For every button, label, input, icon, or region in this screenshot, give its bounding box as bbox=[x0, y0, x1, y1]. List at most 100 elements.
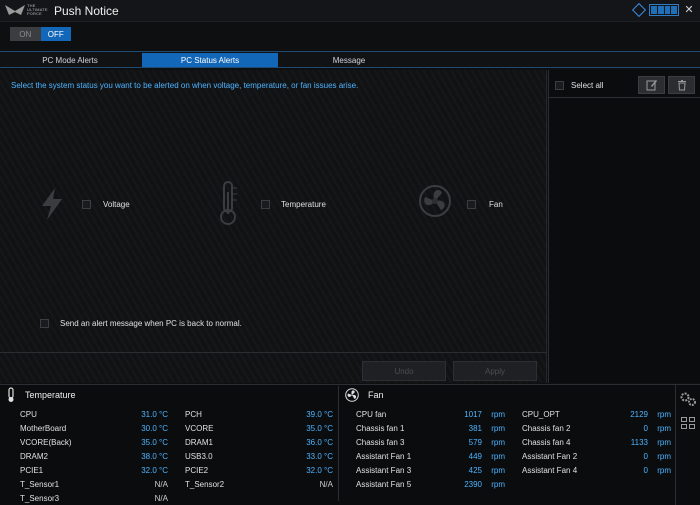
fan-speed-unit: rpm bbox=[491, 480, 505, 489]
home-icon[interactable] bbox=[631, 2, 647, 18]
fan-header: Fan bbox=[339, 385, 384, 405]
voltage-checkbox[interactable] bbox=[82, 200, 91, 209]
fan-speed-value: 1017 bbox=[464, 410, 482, 419]
temperature-label: Temperature bbox=[281, 200, 326, 209]
fan-speed-unit: rpm bbox=[491, 452, 505, 461]
fan-row: Chassis fan 1 381 rpm bbox=[356, 422, 505, 435]
fan-monitor: Fan CPU fan 1017 rpm Chassis fan 1 381 rpm Cha… bbox=[339, 385, 675, 505]
title-bar: THE ULTIMATE FORCE Push Notice ✕ bbox=[0, 0, 700, 22]
edit-icon bbox=[646, 80, 657, 91]
fan-option[interactable]: Fan bbox=[467, 200, 503, 209]
status-alerts-panel: Select the system status you want to be … bbox=[0, 70, 547, 383]
sensor-value: 35.0 °C bbox=[141, 438, 168, 447]
alert-list-header: Select all bbox=[549, 70, 700, 98]
sensor-name: PCH bbox=[185, 410, 202, 419]
temperature-title: Temperature bbox=[25, 390, 76, 400]
tab-pc-status-alerts[interactable]: PC Status Alerts bbox=[142, 53, 278, 67]
fan-speed-value: 0 bbox=[643, 424, 648, 433]
sensor-value: N/A bbox=[319, 480, 333, 489]
fan-speed-unit: rpm bbox=[491, 410, 505, 419]
fan-speed-value: 579 bbox=[468, 438, 482, 447]
fan-row: Assistant Fan 5 2390 rpm bbox=[356, 478, 505, 491]
fan-name: Assistant Fan 2 bbox=[522, 452, 578, 461]
sensor-name: DRAM1 bbox=[185, 438, 214, 447]
fan-row: Assistant Fan 1 449 rpm bbox=[356, 450, 505, 463]
fan-speed-value: 1133 bbox=[630, 438, 648, 447]
voltage-label: Voltage bbox=[103, 200, 130, 209]
temperature-row: CPU 31.0 °C bbox=[20, 408, 168, 421]
sensor-value: 31.0 °C bbox=[141, 410, 168, 419]
fan-name: Assistant Fan 5 bbox=[356, 480, 412, 489]
temperature-checkbox[interactable] bbox=[261, 200, 270, 209]
close-icon[interactable]: ✕ bbox=[682, 4, 696, 16]
fan-icon bbox=[345, 388, 359, 402]
sensor-value: 36.0 °C bbox=[306, 438, 333, 447]
fan-name: Assistant Fan 3 bbox=[356, 466, 412, 475]
sensor-name: T_Sensor1 bbox=[20, 480, 60, 489]
fan-speed-unit: rpm bbox=[491, 438, 505, 447]
return-normal-option[interactable]: Send an alert message when PC is back to… bbox=[40, 319, 242, 328]
fan-title: Fan bbox=[368, 390, 384, 400]
sensor-name: PCIE1 bbox=[20, 466, 44, 475]
sensor-value: 32.0 °C bbox=[306, 466, 333, 475]
instruction-text: Select the system status you want to be … bbox=[11, 81, 359, 90]
fan-speed-unit: rpm bbox=[491, 466, 505, 475]
fan-name: Chassis fan 4 bbox=[522, 438, 571, 447]
temperature-row: DRAM1 36.0 °C bbox=[185, 436, 333, 449]
voltage-option[interactable]: Voltage bbox=[82, 200, 130, 209]
thermometer-icon bbox=[8, 387, 14, 402]
toggle-on[interactable]: ON bbox=[10, 27, 41, 41]
fan-icon bbox=[419, 185, 451, 217]
fan-row: CPU_OPT 2129 rpm bbox=[522, 408, 671, 421]
fan-checkbox[interactable] bbox=[467, 200, 476, 209]
return-normal-checkbox[interactable] bbox=[40, 319, 49, 328]
fan-speed-unit: rpm bbox=[657, 410, 671, 419]
temperature-option[interactable]: Temperature bbox=[261, 200, 326, 209]
apply-button[interactable]: Apply bbox=[453, 361, 537, 381]
fan-name: CPU_OPT bbox=[522, 410, 560, 419]
temperature-row: DRAM2 38.0 °C bbox=[20, 450, 168, 463]
sensor-value: 39.0 °C bbox=[306, 410, 333, 419]
sensor-name: DRAM2 bbox=[20, 452, 49, 461]
fan-row: Assistant Fan 2 0 rpm bbox=[522, 450, 671, 463]
sensor-monitor: Temperature CPU 31.0 °C MotherBoard 30.0 °C… bbox=[0, 384, 700, 505]
thermometer-icon bbox=[220, 181, 237, 225]
sensor-value: N/A bbox=[154, 494, 168, 503]
trash-icon bbox=[677, 80, 686, 91]
sensor-value: 33.0 °C bbox=[306, 452, 333, 461]
fan-row: Chassis fan 4 1133 rpm bbox=[522, 436, 671, 449]
temperature-row: VCORE(Back) 35.0 °C bbox=[20, 436, 168, 449]
select-all-option[interactable]: Select all bbox=[555, 81, 603, 90]
sensor-name: VCORE bbox=[185, 424, 214, 433]
fan-row: Assistant Fan 3 425 rpm bbox=[356, 464, 505, 477]
settings-gear-icon[interactable] bbox=[679, 391, 697, 407]
layout-toggle-icon[interactable] bbox=[681, 417, 695, 429]
fan-name: Chassis fan 1 bbox=[356, 424, 405, 433]
temperature-row: MotherBoard 30.0 °C bbox=[20, 422, 168, 435]
sensor-name: PCIE2 bbox=[185, 466, 209, 475]
sensor-name: T_Sensor2 bbox=[185, 480, 225, 489]
edit-button[interactable] bbox=[638, 76, 665, 94]
temperature-header: Temperature bbox=[0, 385, 76, 405]
sensor-name: VCORE(Back) bbox=[20, 438, 72, 447]
fan-speed-unit: rpm bbox=[657, 452, 671, 461]
window-controls: ✕ bbox=[631, 2, 696, 18]
fan-speed-unit: rpm bbox=[657, 424, 671, 433]
undo-button[interactable]: Undo bbox=[362, 361, 446, 381]
fan-speed-value: 0 bbox=[643, 466, 648, 475]
tab-message[interactable]: Message bbox=[281, 53, 417, 67]
select-all-checkbox[interactable] bbox=[555, 81, 564, 90]
toggle-off[interactable]: OFF bbox=[40, 27, 71, 41]
sensor-name: CPU bbox=[20, 410, 37, 419]
divider bbox=[0, 352, 547, 353]
fan-name: Chassis fan 2 bbox=[522, 424, 571, 433]
sensor-value: 32.0 °C bbox=[141, 466, 168, 475]
push-notice-toggle[interactable]: ON OFF bbox=[10, 27, 71, 41]
alert-list-panel: Select all bbox=[548, 70, 700, 383]
layout-grid-icon[interactable] bbox=[649, 4, 679, 16]
fan-speed-value: 381 bbox=[468, 424, 482, 433]
fan-label: Fan bbox=[489, 200, 503, 209]
tuf-logo-icon bbox=[5, 5, 25, 15]
tab-pc-mode-alerts[interactable]: PC Mode Alerts bbox=[2, 53, 138, 67]
delete-button[interactable] bbox=[668, 76, 695, 94]
